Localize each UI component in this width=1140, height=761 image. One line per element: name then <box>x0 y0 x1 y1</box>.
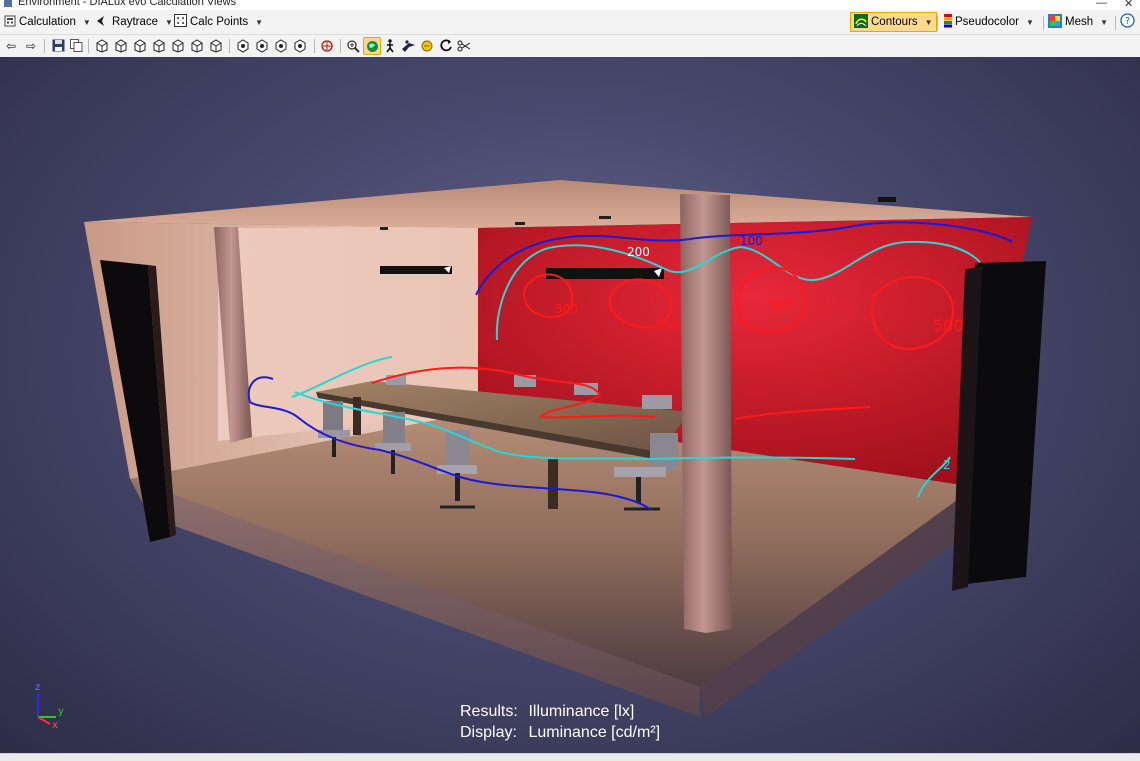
copy-icon[interactable] <box>68 37 84 54</box>
ceiling-downlight <box>878 197 896 202</box>
mesh-label: Mesh <box>1065 16 1094 28</box>
results-label: Results: <box>460 703 518 720</box>
raytrace-label: Raytrace <box>112 16 159 28</box>
view-cube-icon[interactable] <box>112 37 128 54</box>
help-icon: ? <box>1120 13 1135 31</box>
contour-label-cyan-small: 2 <box>943 458 951 472</box>
divider <box>1115 16 1116 30</box>
window-title: Environment - DIALux evo Calculation Vie… <box>18 0 237 8</box>
divider <box>1043 16 1044 30</box>
pseudocolor-label: Pseudocolor <box>955 16 1019 28</box>
calculation-menu[interactable]: Calculation ▼ <box>4 13 91 31</box>
view-cube-icon[interactable] <box>207 37 223 54</box>
view-cube-icon[interactable] <box>169 37 185 54</box>
back-icon[interactable]: ⇦ <box>3 37 19 54</box>
mesh-menu[interactable]: Mesh ▼ <box>1048 13 1108 31</box>
divider <box>88 39 89 53</box>
chevron-down-icon: ▼ <box>82 17 91 27</box>
axis-gizmo: z y x <box>35 682 64 731</box>
zoom-extents-icon[interactable] <box>319 37 335 54</box>
calc-points-icon <box>174 14 187 30</box>
app-icon <box>4 0 12 7</box>
view-cube-icon[interactable] <box>150 37 166 54</box>
view-cube-icon[interactable] <box>188 37 204 54</box>
window-title-bar: Environment - DIALux evo Calculation Vie… <box>0 0 1140 10</box>
axis-y-label: y <box>58 706 64 717</box>
contour-label-red-c: 500 <box>768 298 795 314</box>
chevron-down-icon: ▼ <box>1025 17 1034 27</box>
minimize-button[interactable]: — <box>1096 0 1107 9</box>
office-chair[interactable] <box>642 395 672 409</box>
fly-icon[interactable] <box>400 37 416 54</box>
pseudocolor-menu[interactable]: Pseudocolor ▼ <box>944 13 1034 31</box>
walk-icon[interactable] <box>382 37 398 54</box>
light-scene-icon[interactable] <box>419 37 435 54</box>
rotate-view-icon[interactable] <box>292 37 308 54</box>
3d-viewport[interactable]: 100 200 500 500 500 500 2 z y x Results:… <box>0 57 1140 753</box>
orbit-icon[interactable] <box>363 37 381 55</box>
mesh-icon <box>1048 13 1062 31</box>
svg-text:?: ? <box>1125 16 1130 27</box>
view-toolbar: ⇦ ⇨ <box>0 35 1140 57</box>
refresh-icon[interactable] <box>438 37 454 54</box>
rotate-view-icon[interactable] <box>273 37 289 54</box>
contours-icon <box>854 13 868 31</box>
contour-label-cyan: 200 <box>627 245 650 259</box>
view-cube-icon[interactable] <box>93 37 109 54</box>
display-value: Luminance [cd/m²] <box>528 724 661 741</box>
divider <box>314 39 315 53</box>
forward-icon[interactable]: ⇨ <box>23 37 39 54</box>
axis-z-label: z <box>35 682 40 693</box>
calc-points-label: Calc Points <box>190 16 249 28</box>
calc-points-menu[interactable]: Calc Points ▼ <box>174 13 263 31</box>
pseudocolor-icon <box>944 13 952 31</box>
chevron-down-icon: ▼ <box>165 17 173 27</box>
divider <box>340 39 341 53</box>
ceiling-downlight <box>599 216 611 219</box>
rotate-view-icon[interactable] <box>254 37 270 54</box>
display-label: Display: <box>460 724 517 741</box>
zoom-icon[interactable] <box>345 37 361 54</box>
contour-label-blue: 100 <box>740 234 763 248</box>
contour-label-red-d: 500 <box>933 316 964 335</box>
save-icon[interactable] <box>50 37 66 54</box>
view-cube-icon[interactable] <box>131 37 147 54</box>
chevron-down-icon: ▼ <box>255 17 264 27</box>
pendant-luminaire[interactable] <box>546 268 664 279</box>
calculator-icon <box>4 15 16 30</box>
ceiling-downlight <box>515 222 525 225</box>
divider <box>937 16 938 30</box>
room-scene[interactable]: 100 200 500 500 500 500 2 z y x <box>0 57 1140 753</box>
close-button[interactable]: ✕ <box>1124 0 1133 10</box>
cut-icon[interactable] <box>456 37 472 54</box>
calculation-label: Calculation <box>19 16 76 28</box>
chevron-down-icon: ▼ <box>1100 17 1109 27</box>
chevron-down-icon: ▼ <box>924 17 933 27</box>
right-door[interactable] <box>952 261 1046 591</box>
contour-label-red-a: 500 <box>555 302 578 316</box>
rotate-view-icon[interactable] <box>235 37 251 54</box>
divider <box>44 39 45 53</box>
front-pillar <box>680 194 732 633</box>
pendant-luminaire[interactable] <box>380 266 452 274</box>
help-button[interactable]: ? <box>1120 13 1135 31</box>
view-menubar: Calculation ▼ Raytrace ▼ Calc Points ▼ C… <box>0 10 1140 35</box>
results-legend: Results: Illuminance [lx] Display: Lumin… <box>460 701 660 743</box>
raytrace-icon <box>95 15 109 30</box>
results-value: Illuminance [lx] <box>528 703 635 720</box>
divider <box>229 39 230 53</box>
ceiling-downlight <box>380 227 388 230</box>
contours-label: Contours <box>871 16 918 28</box>
raytrace-menu[interactable]: Raytrace ▼ <box>95 13 173 31</box>
contours-menu[interactable]: Contours ▼ <box>850 12 937 32</box>
axis-x-label: x <box>52 720 58 731</box>
contour-label-red-b: 500 <box>656 319 679 333</box>
